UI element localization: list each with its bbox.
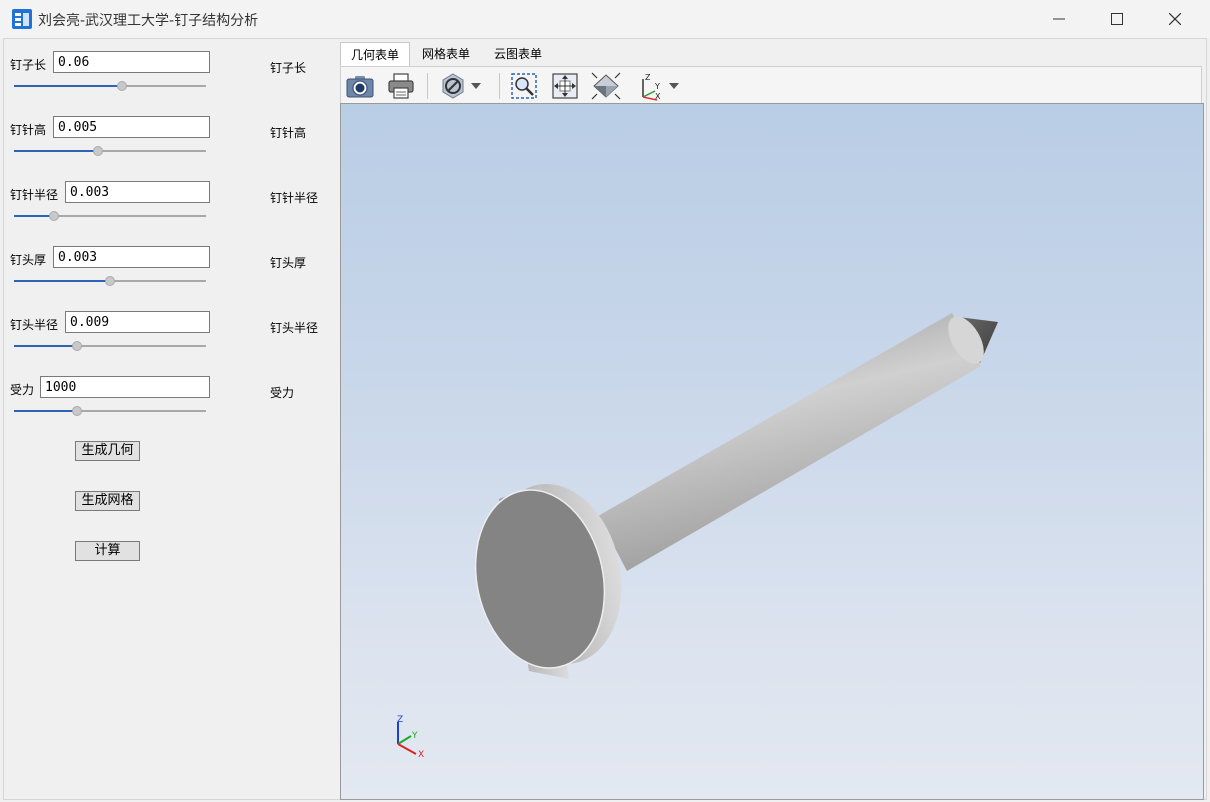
pin-height-input[interactable]	[53, 116, 210, 138]
minimize-button[interactable]	[1030, 0, 1088, 38]
screenshot-button[interactable]	[344, 71, 376, 101]
app-icon	[12, 9, 32, 29]
close-button[interactable]	[1146, 0, 1204, 38]
triad-x-axis	[397, 743, 417, 755]
maximize-button[interactable]	[1088, 0, 1146, 38]
tab-bar: 几何表单 网格表单 云图表单	[340, 40, 1206, 66]
title-bar: 刘会亮-武汉理工大学-钉子结构分析	[0, 0, 1210, 38]
window-title: 刘会亮-武汉理工大学-钉子结构分析	[38, 13, 259, 29]
param-label-head-radius: 钉头半径	[10, 318, 59, 332]
axis-icon: Z Y X	[642, 73, 661, 101]
force-slider[interactable]	[14, 404, 206, 418]
head-thickness-input[interactable]	[53, 246, 210, 268]
3d-viewport[interactable]: Z Y X	[340, 103, 1204, 800]
view-iso-icon	[591, 72, 621, 100]
svg-text:Z: Z	[645, 73, 651, 82]
slider-thumb[interactable]	[93, 146, 104, 156]
chevron-down-icon	[669, 83, 679, 89]
slider-thumb[interactable]	[72, 341, 83, 351]
tab-geometry[interactable]: 几何表单	[340, 42, 410, 66]
tab-contour[interactable]: 云图表单	[484, 42, 552, 66]
head-thickness-slider[interactable]	[14, 274, 206, 288]
param-label-nail-length: 钉子长	[10, 58, 47, 72]
toolbar-separator	[499, 73, 500, 99]
zoom-box-button[interactable]	[508, 71, 540, 101]
param-label-pin-radius: 钉针半径	[10, 188, 59, 202]
toolbar-separator	[427, 73, 428, 99]
fit-all-icon	[552, 73, 578, 99]
pin-radius-echo: 钉针半径	[270, 191, 319, 205]
triad-x-label: X	[418, 750, 424, 760]
pin-radius-slider[interactable]	[14, 209, 206, 223]
nail-length-slider[interactable]	[14, 79, 206, 93]
pin-height-slider[interactable]	[14, 144, 206, 158]
head-thickness-echo: 钉头厚	[270, 256, 307, 270]
chevron-down-icon	[471, 83, 481, 89]
maximize-icon	[1111, 13, 1123, 25]
slider-thumb[interactable]	[105, 276, 115, 286]
print-icon	[388, 73, 414, 99]
minimize-icon	[1053, 18, 1065, 20]
triad-y-axis	[397, 735, 412, 745]
axis-view-dropdown[interactable]	[665, 71, 683, 101]
param-label-head-thickness: 钉头厚	[10, 253, 47, 267]
slider-thumb[interactable]	[49, 211, 60, 221]
head-radius-echo: 钉头半径	[270, 321, 319, 335]
zoom-box-icon	[511, 73, 537, 99]
svg-text:X: X	[655, 92, 661, 101]
head-radius-slider[interactable]	[14, 339, 206, 353]
param-label-force: 受力	[10, 383, 35, 397]
axis-triad: Z Y X	[397, 715, 424, 760]
compute-button[interactable]: 计算	[75, 541, 140, 561]
tab-mesh[interactable]: 网格表单	[412, 42, 480, 66]
slider-thumb[interactable]	[116, 81, 127, 91]
generate-geometry-button[interactable]: 生成几何	[75, 441, 140, 461]
svg-text:Y: Y	[654, 82, 660, 91]
display-mode-dropdown[interactable]	[467, 71, 485, 101]
triad-y-label: Y	[411, 731, 418, 741]
fit-all-button[interactable]	[549, 71, 581, 101]
axis-view-button[interactable]: Z Y X	[633, 71, 665, 101]
pin-radius-input[interactable]	[65, 181, 210, 203]
slider-thumb[interactable]	[72, 406, 83, 416]
print-button[interactable]	[385, 71, 417, 101]
nail-shank	[598, 313, 981, 571]
no-entry-icon	[442, 73, 464, 99]
nail-length-input[interactable]	[53, 51, 210, 73]
pin-height-echo: 钉针高	[270, 126, 307, 140]
camera-icon	[346, 76, 374, 98]
close-icon	[1169, 13, 1181, 25]
viewer-toolbar: Z Y X	[340, 66, 1202, 104]
nail-length-echo: 钉子长	[270, 61, 307, 75]
force-echo: 受力	[270, 386, 295, 400]
param-label-pin-height: 钉针高	[10, 123, 47, 137]
isometric-view-button[interactable]	[590, 71, 622, 101]
display-mode-button[interactable]	[437, 71, 469, 101]
head-radius-input[interactable]	[65, 311, 210, 333]
triad-z-label: Z	[397, 715, 403, 725]
force-input[interactable]	[40, 376, 210, 398]
nail-model: Z Y X	[397, 313, 998, 760]
generate-mesh-button[interactable]: 生成网格	[75, 491, 140, 511]
